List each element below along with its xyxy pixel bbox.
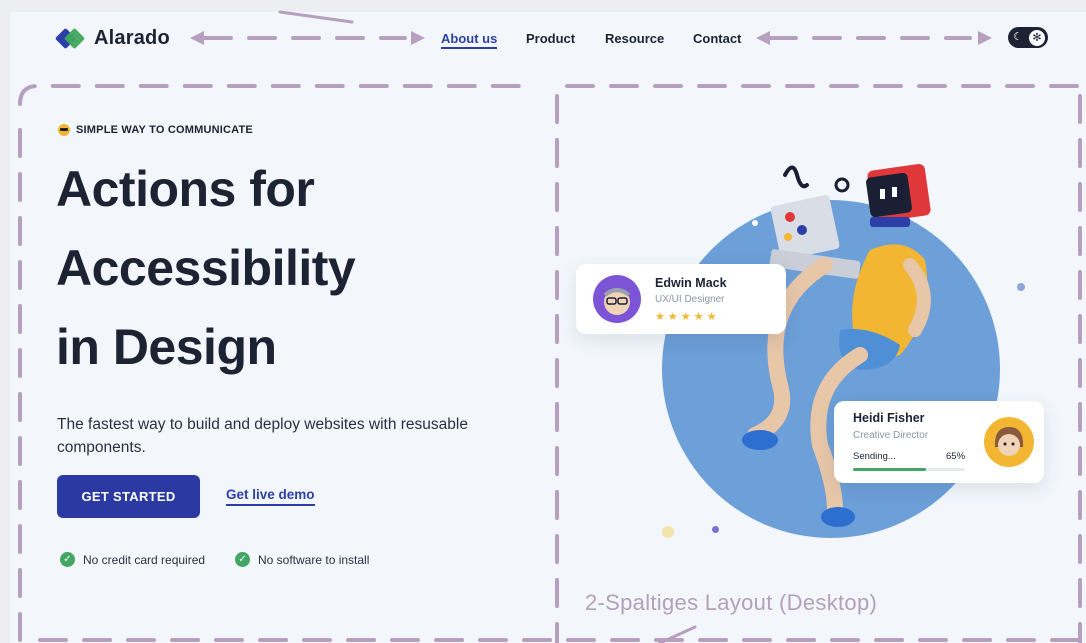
feature-no-credit-card: ✓ No credit card required	[60, 552, 205, 567]
live-demo-link[interactable]: Get live demo	[226, 487, 315, 506]
hero-title-line-3: in Design	[56, 319, 277, 375]
eyebrow-text: SIMPLE WAY TO COMMUNICATE	[76, 124, 253, 136]
avatar-face-icon	[994, 427, 1024, 456]
star-icon: ★ ★ ★ ★ ★	[655, 311, 717, 323]
sun-icon: ✻	[1029, 29, 1045, 46]
brand-name: Alarado	[94, 27, 170, 49]
avatar	[593, 275, 641, 323]
theme-toggle[interactable]: ☾ ✻	[1008, 27, 1048, 48]
get-started-button[interactable]: GET STARTED	[57, 475, 200, 518]
profile-name: Edwin Mack	[655, 276, 727, 290]
sending-status: Sending...	[853, 451, 896, 462]
avatar-face-icon	[603, 288, 631, 315]
sunglasses-emoji-icon	[58, 124, 70, 136]
hero-lead-text: The fastest way to build and deploy webs…	[57, 416, 468, 456]
hero-3d-character-illustration	[742, 163, 931, 527]
decor-dot	[712, 526, 719, 533]
nav-item-product[interactable]: Product	[526, 31, 575, 46]
sending-name: Heidi Fisher	[853, 411, 925, 425]
profile-role: UX/UI Designer	[655, 294, 725, 305]
decor-dot	[662, 526, 674, 538]
sending-progress-bar	[853, 468, 965, 471]
feature-no-software: ✓ No software to install	[235, 552, 369, 567]
sending-percent: 65%	[946, 451, 966, 462]
sending-progress-fill	[853, 468, 926, 471]
hero-title-line-2: Accessibility	[56, 240, 356, 296]
feature-label: No software to install	[258, 552, 370, 567]
hero-eyebrow: SIMPLE WAY TO COMMUNICATE	[58, 124, 253, 136]
hero-title-line-1: Actions for	[56, 161, 315, 217]
feature-label: No credit card required	[83, 552, 206, 567]
check-circle-icon: ✓	[60, 552, 75, 567]
profile-card: Edwin Mack UX/UI Designer ★ ★ ★ ★ ★	[576, 264, 786, 334]
brand-logo[interactable]: Alarado	[54, 27, 170, 50]
nav-item-resource[interactable]: Resource	[605, 31, 664, 46]
avatar	[984, 417, 1034, 467]
moon-icon: ☾	[1013, 31, 1023, 43]
nav-item-about-us[interactable]: About us	[441, 31, 498, 49]
logo-diamond-icon	[54, 27, 86, 50]
sending-card: Heidi Fisher Creative Director Sending..…	[834, 401, 1044, 483]
check-circle-icon: ✓	[235, 552, 250, 567]
nav-item-contact[interactable]: Contact	[693, 31, 741, 46]
layout-annotation-label: 2-Spaltiges Layout (Desktop)	[585, 590, 878, 615]
sending-role: Creative Director	[853, 430, 929, 441]
